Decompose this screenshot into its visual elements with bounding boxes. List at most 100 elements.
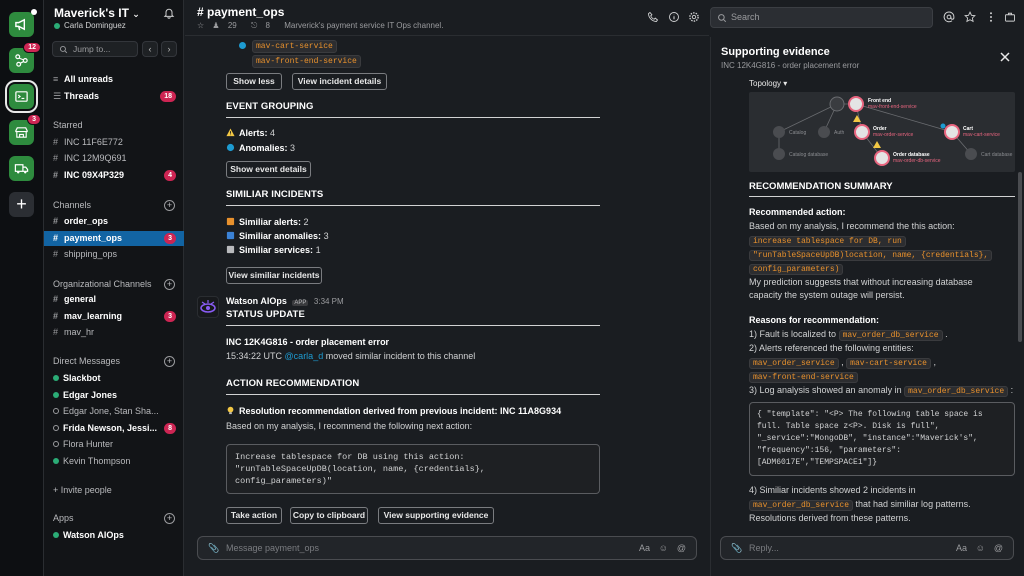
dm-item-kevin-thompson[interactable]: Kevin Thompson — [44, 454, 184, 469]
members-count[interactable]: ♟ 29 — [212, 21, 242, 30]
view-supporting-evidence-button[interactable]: View supporting evidence — [378, 507, 494, 524]
user-mention[interactable]: @carla_d — [285, 351, 324, 361]
chevron-left-icon: ‹ — [148, 44, 152, 54]
sidebar-item-shipping-ops[interactable]: # shipping_ops — [44, 247, 184, 262]
bot-name[interactable]: Watson AIOps — [226, 296, 287, 306]
sidebar-item-starred[interactable]: # INC 09X4P329 4 — [44, 168, 184, 183]
forward-button[interactable]: › — [161, 41, 177, 57]
sidebar-item-general[interactable]: # general — [44, 292, 184, 307]
sidebar-item-payment-ops[interactable]: # payment_ops 3 — [44, 231, 184, 246]
terminal-icon — [15, 91, 28, 102]
attach-icon[interactable]: 📎 — [731, 537, 742, 559]
view-similar-incidents-button[interactable]: View similiar incidents — [226, 267, 322, 284]
close-icon[interactable] — [1000, 52, 1010, 62]
mention-icon[interactable]: @ — [994, 537, 1003, 559]
message-list: mav-cart-service mav-front-end-service S… — [185, 37, 709, 576]
show-event-details-button[interactable]: Show event details — [226, 161, 311, 178]
book-gray-icon — [226, 245, 235, 254]
sidebar-item-order-ops[interactable]: # order_ops — [44, 214, 184, 229]
format-icon[interactable]: Aa — [956, 537, 967, 559]
mention-icon[interactable] — [943, 11, 955, 23]
avatar[interactable] — [197, 296, 219, 318]
jump-to-input[interactable]: Jump to... — [52, 41, 138, 57]
workspace-rail: 12 3 + — [0, 0, 44, 576]
panel-scrollbar[interactable] — [1018, 172, 1022, 342]
terminal-app-icon[interactable] — [5, 80, 38, 113]
reason-4: 4) Similiar incidents showed 2 incidents… — [749, 485, 916, 495]
sidebar-item-all-unreads[interactable]: ≡ All unreads — [44, 72, 184, 87]
star-icon[interactable]: ☆ — [197, 21, 204, 30]
starred-section-header[interactable]: Starred — [53, 120, 83, 130]
sidebar-item-starred[interactable]: # INC 11F6E772 — [44, 135, 184, 150]
unread-badge: 8 — [164, 423, 176, 434]
org-channels-section-header[interactable]: Organizational Channels — [53, 279, 152, 289]
star-icon[interactable] — [964, 11, 976, 23]
invite-people-link[interactable]: + Invite people — [44, 483, 184, 498]
topology-app-icon[interactable]: 12 — [9, 42, 41, 73]
message-header: Watson AIOps APP 3:34 PM — [226, 296, 344, 306]
book-orange-icon — [226, 217, 235, 226]
topology-dropdown[interactable]: Topology ▾ — [749, 79, 787, 88]
add-app-integration-button[interactable]: + — [164, 513, 175, 524]
app-item-watson-aiops[interactable]: Watson AIOps — [44, 528, 184, 543]
dm-section-header[interactable]: Direct Messages — [53, 356, 120, 366]
view-incident-details-button[interactable]: View incident details — [292, 73, 387, 90]
more-vertical-icon[interactable] — [985, 11, 997, 23]
log-json-block: { "template": "<P> The following table s… — [749, 402, 1015, 476]
copy-to-clipboard-button[interactable]: Copy to clipboard — [290, 507, 368, 524]
gear-icon[interactable] — [688, 11, 700, 23]
message-composer[interactable]: 📎 Message payment_ops Aa ☺ @ — [197, 536, 697, 560]
dm-item-frida-group[interactable]: Frida Newson, Jessi... 8 — [44, 421, 184, 436]
reason-2-entities: mav-front-end-service — [749, 371, 858, 383]
sidebar-item-mav-learning[interactable]: # mav_learning 3 — [44, 309, 184, 324]
delivery-app-icon[interactable] — [9, 156, 34, 181]
show-less-button[interactable]: Show less — [226, 73, 282, 90]
similar-incidents-title: SIMILIAR INCIDENTS — [226, 189, 324, 200]
topology-diagram[interactable]: Front end mav-front-end-service Order ma… — [749, 92, 1015, 172]
mention-icon[interactable]: @ — [677, 537, 686, 559]
sidebar-item-threads[interactable]: ☰ Threads 18 — [44, 89, 184, 104]
channel-title[interactable]: # payment_ops — [197, 5, 284, 19]
add-org-channel-button[interactable]: + — [164, 279, 175, 290]
format-icon[interactable]: Aa — [639, 537, 650, 559]
take-action-button[interactable]: Take action — [226, 507, 282, 524]
alerts-app-icon[interactable] — [9, 9, 37, 37]
emoji-icon[interactable]: ☺ — [976, 537, 985, 559]
emoji-icon[interactable]: ☺ — [659, 537, 668, 559]
panel-subtitle: INC 12K4G816 - order placement error — [721, 61, 860, 70]
search-icon — [59, 45, 68, 54]
add-dm-button[interactable]: + — [164, 356, 175, 367]
dm-item-slackbot[interactable]: Slackbot — [44, 371, 184, 386]
list-icon: ≡ — [53, 74, 59, 84]
apps-section-header[interactable]: Apps — [53, 513, 74, 523]
dm-item-group[interactable]: Edgar Jone, Stan Sha... — [44, 404, 184, 419]
dm-item-edgar-jones[interactable]: Edgar Jones — [44, 388, 184, 403]
channels-section-header[interactable]: Channels — [53, 200, 91, 210]
dm-item-flora-hunter[interactable]: Flora Hunter — [44, 437, 184, 452]
workspace-name[interactable]: Maverick's IT ⌄ — [54, 6, 140, 20]
phone-icon[interactable] — [647, 11, 659, 23]
briefcase-icon[interactable] — [1004, 11, 1016, 23]
divider — [226, 117, 600, 118]
offline-dot — [53, 425, 59, 431]
bell-icon[interactable] — [163, 7, 175, 19]
add-app-button[interactable]: + — [9, 192, 34, 217]
status-update-title: STATUS UPDATE — [226, 309, 305, 320]
add-channel-button[interactable]: + — [164, 200, 175, 211]
sidebar-item-starred[interactable]: # INC 12M9Q691 — [44, 151, 184, 166]
sidebar-item-mav-hr[interactable]: # mav_hr — [44, 325, 184, 340]
reason-4-tail: Resolutions derived from these patterns. — [749, 513, 911, 523]
reason-2-entities: mav_order_service , mav-cart-service , — [749, 357, 936, 369]
watson-eye-icon — [200, 300, 216, 313]
search-input[interactable]: Search — [710, 7, 933, 28]
attach-icon[interactable]: 📎 — [208, 537, 219, 559]
store-app-icon[interactable]: 3 — [9, 114, 41, 145]
message-time[interactable]: 3:34 PM — [314, 297, 344, 306]
back-button[interactable]: ‹ — [142, 41, 158, 57]
pins-count[interactable]: ⎋ 8 — [251, 21, 276, 30]
current-user[interactable]: Carla Dominguez — [54, 21, 126, 30]
chevron-right-icon: › — [167, 44, 171, 54]
reply-composer[interactable]: 📎 Reply... Aa ☺ @ — [720, 536, 1014, 560]
info-icon[interactable] — [668, 11, 680, 23]
anomaly-icon — [940, 123, 946, 129]
